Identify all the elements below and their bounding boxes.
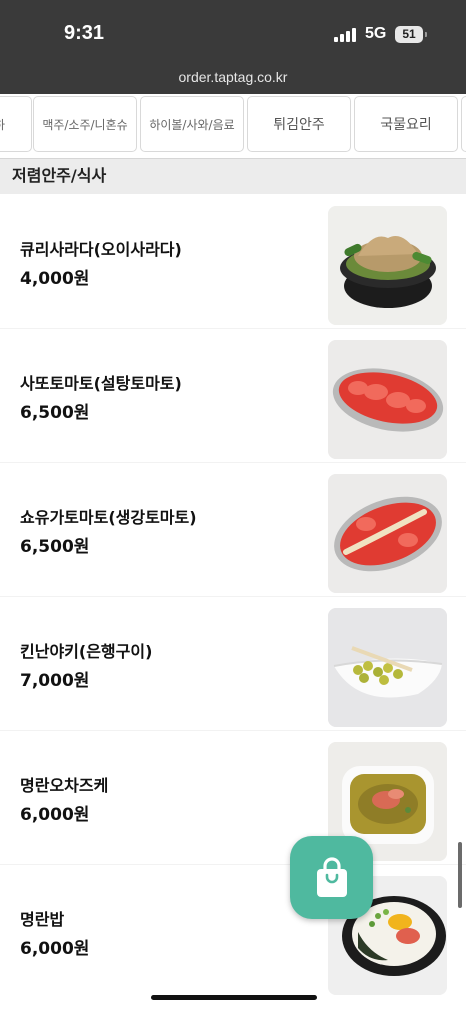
ginkgo-photo[interactable] [328, 608, 447, 727]
menu-item-name: 명란오차즈케 [20, 776, 109, 795]
cucumber-salad-photo[interactable] [328, 206, 447, 325]
home-indicator[interactable] [151, 995, 317, 1000]
divider [0, 596, 466, 597]
menu-item[interactable]: 사또토마토(설탕토마토) 6,500원 [0, 328, 466, 462]
tab-label: 튀김안주 [273, 117, 325, 133]
menu-item-name: 큐리사라다(오이사라다) [20, 240, 182, 259]
menu-item-price: 6,500원 [20, 537, 90, 557]
menu-item-price: 6,000원 [20, 939, 90, 959]
tab-partial-left[interactable]: 하 [0, 96, 32, 152]
status-time: 9:31 [64, 22, 105, 44]
address-bar[interactable]: order.taptag.co.kr [0, 66, 466, 94]
tab-beer-soju[interactable]: 맥주/소주/니혼슈 [33, 96, 137, 152]
divider [0, 864, 466, 865]
menu-item-name: 사또토마토(설탕토마토) [20, 374, 182, 393]
divider [0, 730, 466, 731]
tab-fried[interactable]: 튀김안주 [247, 96, 351, 152]
status-bar: 9:31 5G 51 [0, 0, 466, 66]
menu-item-name: 쇼유가토마토(생강토마토) [20, 508, 197, 527]
menu-item[interactable]: 쇼유가토마토(생강토마토) 6,500원 [0, 462, 466, 596]
scrollbar[interactable] [458, 842, 462, 908]
ginger-tomato-photo[interactable] [328, 474, 447, 593]
network-type: 5G [365, 25, 387, 42]
menu-item-name: 명란밥 [20, 910, 65, 929]
tab-highball-sour[interactable]: 하이볼/사와/음료 [140, 96, 244, 152]
menu-item[interactable]: 명란오차즈케 6,000원 [0, 730, 466, 864]
category-tabs: 하 맥주/소주/니혼슈 하이볼/사와/음료 튀김안주 국물요리 [0, 94, 466, 156]
tab-label: 하이볼/사와/음료 [149, 117, 235, 132]
menu-item-price: 6,500원 [20, 403, 90, 423]
tab-soup[interactable]: 국물요리 [354, 96, 458, 152]
tab-label: 하 [0, 116, 5, 133]
tab-label: 국물요리 [380, 117, 432, 133]
signal-icon [334, 28, 358, 42]
menu-item[interactable]: 킨난야키(은행구이) 7,000원 [0, 596, 466, 730]
sugar-tomato-photo[interactable] [328, 340, 447, 459]
section-title: 저렴안주/식사 [12, 166, 107, 185]
menu-item-name: 킨난야키(은행구이) [20, 642, 153, 661]
divider [0, 462, 466, 463]
menu-item-price: 7,000원 [20, 671, 90, 691]
menu-item-price: 4,000원 [20, 269, 90, 289]
section-header: 저렴안주/식사 [0, 158, 466, 194]
menu-item[interactable]: 큐리사라다(오이사라다) 4,000원 [0, 194, 466, 328]
shopping-bag-icon [316, 856, 347, 897]
menu-item[interactable]: 명란밥 6,000원 [0, 864, 466, 998]
tab-partial-right[interactable] [461, 96, 466, 152]
divider [0, 328, 466, 329]
battery-icon: 51 [395, 26, 427, 43]
tab-label: 맥주/소주/니혼슈 [42, 117, 128, 132]
menu-item-price: 6,000원 [20, 805, 90, 825]
cart-button[interactable] [290, 836, 373, 919]
